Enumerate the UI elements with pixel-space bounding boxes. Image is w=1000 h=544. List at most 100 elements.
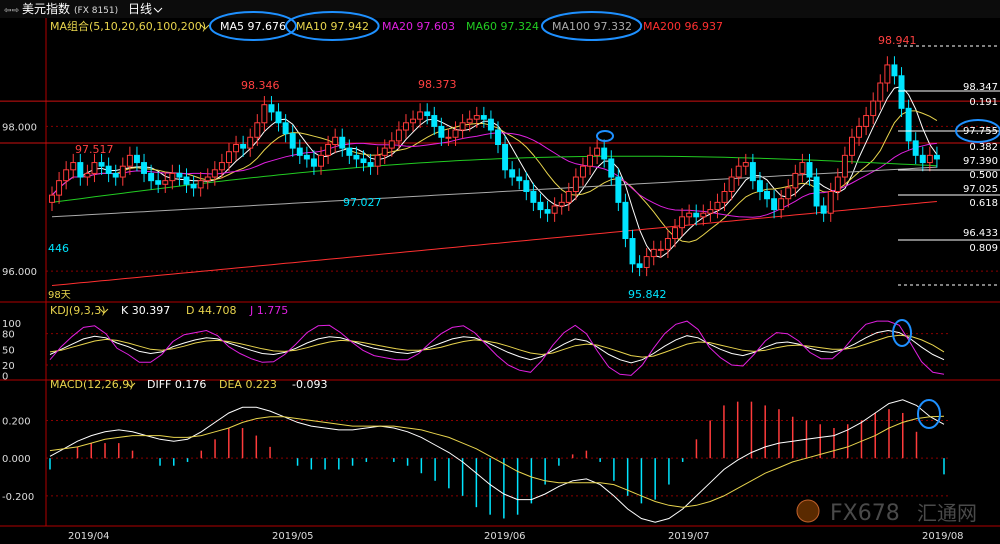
- candle-body: [714, 201, 721, 211]
- x-axis-tick: 2019/05: [272, 531, 314, 542]
- candle-body: [771, 198, 778, 211]
- x-axis-tick: 2019/06: [484, 531, 526, 542]
- kdj-d-line: [49, 334, 945, 358]
- candle-body: [445, 136, 452, 139]
- candle-body: [226, 151, 232, 164]
- candle-body: [933, 154, 940, 160]
- candle-body: [282, 122, 289, 135]
- ma-value-ma20: MA20 97.603: [382, 20, 455, 33]
- candle-body: [360, 158, 367, 164]
- candle-body: [155, 180, 162, 185]
- candle-body: [551, 205, 558, 214]
- watermark-text: 汇通网: [917, 501, 977, 525]
- candle-body: [240, 143, 247, 149]
- x-axis-tick: 2019/08: [922, 531, 964, 542]
- candle-body: [395, 129, 402, 142]
- candle-body: [926, 154, 933, 164]
- annotation-98373: 98.373: [418, 78, 457, 91]
- fib-label: 0.382: [969, 142, 998, 153]
- candle-body: [275, 111, 282, 124]
- macd-dea-value: DEA 0.223: [219, 378, 277, 391]
- macd-diff-value: DIFF 0.176: [147, 378, 206, 391]
- candle-body: [417, 111, 424, 120]
- annotation-98941: 98.941: [878, 34, 917, 47]
- candle-body: [204, 176, 211, 182]
- candle-body: [877, 82, 884, 102]
- fib-label: 0.191: [969, 97, 998, 108]
- candle-body: [438, 125, 445, 138]
- candle-body: [218, 162, 225, 171]
- x-axis-tick: 2019/07: [668, 531, 710, 542]
- candle-body: [133, 154, 140, 164]
- candle-body: [756, 180, 763, 193]
- candle-body: [891, 64, 898, 77]
- kdj-y-tick: 20: [2, 361, 15, 372]
- candle-body: [63, 169, 70, 182]
- candle-body: [799, 162, 806, 174]
- ma100-line: [51, 166, 937, 218]
- instrument-code: (FX 8151): [74, 6, 118, 16]
- candle-body: [346, 147, 353, 156]
- candle-body: [388, 140, 395, 149]
- candle-body: [643, 256, 650, 268]
- candle-body: [424, 111, 431, 117]
- ma-value-ma10: MA10 97.942: [296, 20, 369, 33]
- macd-y-tick: 0.200: [2, 416, 31, 427]
- fib-label: 0.500: [969, 170, 998, 181]
- candle-body: [325, 143, 332, 156]
- candle-body: [905, 107, 912, 142]
- candle-body: [629, 238, 636, 265]
- candle-body: [813, 176, 820, 207]
- candle-body: [615, 176, 622, 203]
- candle-body: [686, 212, 693, 218]
- candle-body: [721, 191, 728, 203]
- candle-body: [509, 169, 516, 178]
- candle-body: [601, 147, 608, 160]
- candle-body: [49, 194, 55, 203]
- kdj-d-value: D 44.708: [186, 304, 236, 317]
- candle-body: [919, 154, 926, 164]
- candle-body: [169, 172, 176, 182]
- ma-value-ma100: MA100 97.332: [552, 20, 632, 33]
- candle-body: [70, 162, 77, 171]
- candle-body: [495, 129, 501, 145]
- candle-body: [587, 154, 594, 167]
- candle-body: [898, 75, 905, 109]
- candle-body: [197, 180, 204, 189]
- candle-body: [565, 191, 572, 203]
- kdj-y-tick: 50: [2, 345, 15, 356]
- candle-body: [912, 140, 919, 156]
- candle-body: [785, 187, 792, 200]
- candle-body: [410, 118, 417, 124]
- candle-body: [254, 122, 261, 138]
- candle-body: [778, 198, 785, 211]
- candle-body: [594, 147, 601, 156]
- kdj-y-tick: 0: [2, 371, 8, 382]
- candle-body: [289, 133, 296, 149]
- chart-canvas: ⇦⇨ 美元指数 (FX 8151) 日线 MA组合(5,10,20,60,100,200…: [0, 0, 1000, 542]
- watermark-logo-text: FX678: [830, 501, 900, 526]
- candle-body: [176, 172, 183, 178]
- nav-arrows-icon: ⇦⇨: [4, 6, 20, 16]
- candle-body: [431, 115, 438, 127]
- annotation-98346: 98.346: [241, 79, 280, 92]
- candle-body: [664, 238, 671, 250]
- price-y-tick: 98.000: [2, 122, 37, 133]
- fib-label: 97.025: [963, 184, 998, 195]
- highlight-circle-kdj: [892, 319, 912, 347]
- candle-body: [544, 209, 551, 214]
- fib-label: 96.433: [963, 228, 998, 239]
- ma-value-ma5: MA5 97.676: [220, 20, 286, 33]
- candle-body: [672, 227, 678, 240]
- candle-body: [841, 154, 848, 178]
- candle-body: [679, 216, 686, 229]
- candle-body: [764, 191, 770, 200]
- candle-body: [402, 122, 409, 131]
- annotation-98days: 98天: [48, 290, 71, 301]
- candle-body: [339, 136, 346, 149]
- x-axis-tick: 2019/04: [68, 531, 110, 542]
- candle-body: [190, 183, 197, 189]
- candle-body: [183, 176, 190, 185]
- instrument-title: 美元指数: [22, 1, 70, 16]
- candle-body: [856, 125, 863, 138]
